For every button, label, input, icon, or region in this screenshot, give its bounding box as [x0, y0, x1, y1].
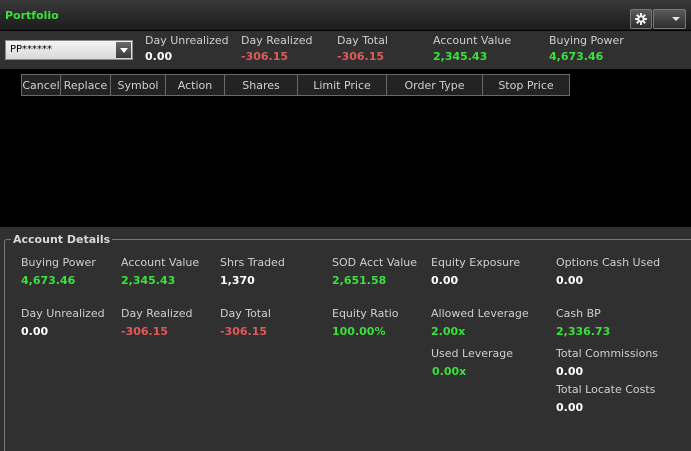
summary-day-realized-value: -306.15 [241, 50, 289, 63]
detail-value: 0.00 [556, 365, 584, 378]
detail-options-cash-used: Options Cash Used 0.00 [556, 256, 660, 287]
account-details-title: Account Details [11, 233, 113, 246]
detail-value: -306.15 [121, 325, 169, 338]
summary-day-unrealized-label: Day Unrealized [145, 34, 229, 47]
summary-day-unrealized-value: 0.00 [145, 50, 173, 63]
dropdown-arrow[interactable] [116, 42, 131, 58]
summary-buying-power-value: 4,673.46 [549, 50, 604, 63]
detail-value: 100.00% [332, 325, 386, 338]
detail-used-leverage: Used Leverage 0.00x [431, 347, 513, 378]
column-header-replace[interactable]: Replace [61, 74, 111, 96]
detail-value: 4,673.46 [21, 274, 76, 287]
detail-value: 0.00x [432, 365, 467, 378]
detail-equity-ratio: Equity Ratio 100.00% [332, 307, 399, 338]
summary-day-realized: Day Realized -306.15 [241, 34, 313, 63]
detail-label: Account Value [121, 256, 200, 269]
account-select[interactable]: PP****** [5, 40, 133, 60]
chevron-down-icon [672, 17, 680, 21]
detail-label: Used Leverage [431, 347, 514, 360]
summary-account-value-value: 2,345.43 [433, 50, 488, 63]
detail-equity-exposure: Equity Exposure 0.00 [431, 256, 520, 287]
summary-day-unrealized: Day Unrealized 0.00 [145, 34, 229, 63]
column-header-symbol[interactable]: Symbol [111, 74, 166, 96]
detail-allowed-leverage: Allowed Leverage 2.00x [431, 307, 529, 338]
detail-label: Equity Ratio [332, 307, 399, 320]
detail-value: -306.15 [220, 325, 268, 338]
detail-value: 0.00 [556, 274, 584, 287]
window-title: Portfolio [5, 9, 59, 22]
column-header-stop-price[interactable]: Stop Price [483, 74, 570, 96]
detail-label: Total Locate Costs [556, 383, 656, 396]
column-header-action[interactable]: Action [166, 74, 225, 96]
account-select-value: PP****** [10, 44, 53, 55]
detail-label: Cash BP [556, 307, 601, 320]
summary-bar: PP****** Day Unrealized 0.00 Day Realize… [0, 31, 691, 69]
detail-label: Total Commissions [556, 347, 659, 360]
column-header-shares[interactable]: Shares [225, 74, 298, 96]
detail-value: 0.00 [21, 325, 49, 338]
detail-day-unrealized: Day Unrealized 0.00 [21, 307, 105, 338]
detail-label: SOD Acct Value [332, 256, 418, 269]
column-header-limit-price[interactable]: Limit Price [298, 74, 387, 96]
detail-label: Day Unrealized [21, 307, 105, 320]
summary-day-total: Day Total -306.15 [337, 34, 388, 63]
detail-label: Buying Power [21, 256, 96, 269]
detail-cash-bp: Cash BP 2,336.73 [556, 307, 610, 338]
options-menu-button[interactable] [653, 9, 686, 29]
detail-label: Allowed Leverage [431, 307, 529, 320]
detail-value: 0.00 [431, 274, 459, 287]
detail-shrs-traded: Shrs Traded 1,370 [220, 256, 285, 287]
column-header-order-type[interactable]: Order Type [387, 74, 483, 96]
detail-label: Shrs Traded [220, 256, 285, 269]
detail-value: 2,345.43 [121, 274, 176, 287]
detail-total-commissions: Total Commissions 0.00 [556, 347, 658, 378]
orders-grid-header: Cancel Replace Symbol Action Shares Limi… [21, 74, 570, 96]
summary-buying-power: Buying Power 4,673.46 [549, 34, 624, 63]
detail-total-locate-costs: Total Locate Costs 0.00 [556, 383, 655, 414]
detail-value: 0.00 [556, 401, 584, 414]
settings-button[interactable] [630, 9, 652, 29]
detail-buying-power: Buying Power 4,673.46 [21, 256, 96, 287]
summary-day-total-value: -306.15 [337, 50, 385, 63]
detail-account-value: Account Value 2,345.43 [121, 256, 199, 287]
detail-sod-acct-value: SOD Acct Value 2,651.58 [332, 256, 417, 287]
detail-label: Day Total [220, 307, 271, 320]
summary-buying-power-label: Buying Power [549, 34, 624, 47]
column-header-cancel[interactable]: Cancel [21, 74, 61, 96]
detail-day-realized: Day Realized -306.15 [121, 307, 193, 338]
detail-value: 2,651.58 [332, 274, 387, 287]
summary-day-total-label: Day Total [337, 34, 388, 47]
title-bar: Portfolio [0, 0, 691, 31]
detail-value: 1,370 [220, 274, 255, 287]
detail-label: Equity Exposure [431, 256, 521, 269]
detail-label: Day Realized [121, 307, 193, 320]
chevron-down-icon [119, 47, 128, 53]
detail-value: 2.00x [431, 325, 466, 338]
gear-icon [635, 13, 647, 25]
detail-label: Options Cash Used [556, 256, 661, 269]
detail-day-total: Day Total -306.15 [220, 307, 271, 338]
detail-value: 2,336.73 [556, 325, 611, 338]
summary-account-value: Account Value 2,345.43 [433, 34, 511, 63]
summary-day-realized-label: Day Realized [241, 34, 313, 47]
summary-account-value-label: Account Value [433, 34, 512, 47]
account-details-panel: Account Details Buying Power 4,673.46 Ac… [0, 227, 691, 451]
